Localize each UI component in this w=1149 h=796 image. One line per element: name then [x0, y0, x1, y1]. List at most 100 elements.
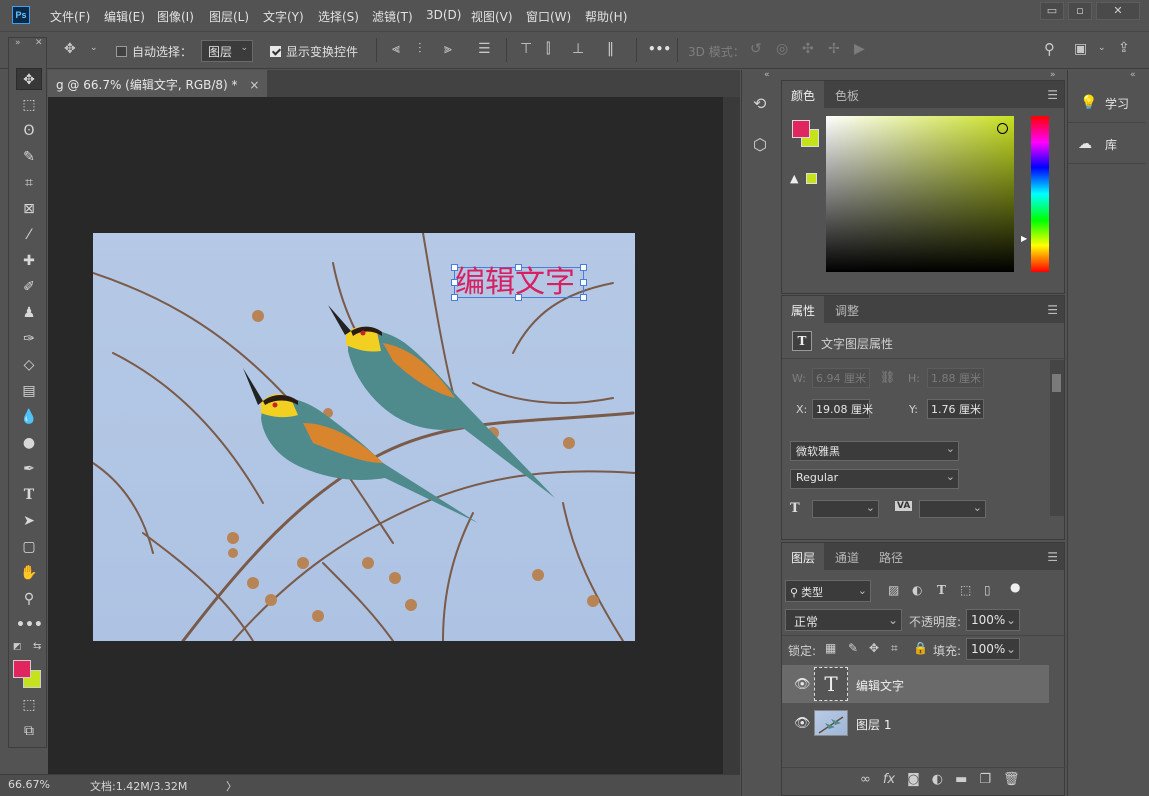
visibility-eye-icon[interactable]: 👁	[794, 716, 811, 731]
gradient-tool-icon[interactable]: ▤	[16, 380, 42, 402]
screen-mode-icon[interactable]: ⧉	[16, 720, 42, 742]
tab-layers[interactable]: 图层	[782, 543, 825, 570]
hue-slider[interactable]	[1031, 116, 1049, 272]
menu-3d[interactable]: 3D(D)	[426, 8, 461, 22]
document-tab[interactable]: g @ 66.7% (编辑文字, RGB/8) * ×	[48, 70, 268, 97]
adjustment-layer-icon[interactable]: ◐	[932, 772, 943, 787]
crop-tool-icon[interactable]: ⌗	[16, 172, 42, 194]
hand-tool-icon[interactable]: ✋	[16, 562, 42, 584]
filter-pixel-icon[interactable]: ▨	[888, 583, 899, 597]
menu-file[interactable]: 文件(F)	[50, 8, 90, 25]
transform-handle[interactable]	[580, 279, 587, 286]
tab-swatches[interactable]: 色板	[826, 81, 868, 108]
workspace-icon[interactable]: ▣	[1074, 41, 1087, 57]
foreground-color-swatch[interactable]	[792, 120, 810, 138]
3d-pan-icon[interactable]: ✣	[802, 41, 814, 57]
3d-orbit-icon[interactable]: ↺	[750, 41, 762, 57]
delete-layer-icon[interactable]: 🗑	[1003, 772, 1020, 787]
layer-filter-dropdown[interactable]: ⚲ 类型 ⌄	[785, 580, 871, 602]
3d-roll-icon[interactable]: ◎	[776, 41, 788, 57]
status-menu-arrow[interactable]: 〉	[226, 778, 237, 794]
learn-panel-button[interactable]: 💡 学习	[1068, 83, 1146, 123]
transform-handle[interactable]	[580, 264, 587, 271]
align-right-icon[interactable]: ⫸	[444, 41, 452, 57]
align-bottom-icon[interactable]: ⊥	[572, 41, 584, 57]
default-colors-icon[interactable]: ◩	[13, 642, 22, 652]
font-size-field[interactable]: ⌄	[812, 500, 879, 518]
color-field[interactable]	[826, 116, 1014, 272]
link-icon[interactable]: ⛓	[880, 370, 895, 384]
layer-name[interactable]: 编辑文字	[856, 677, 904, 694]
auto-select-target-dropdown[interactable]: 图层 ⌄	[201, 40, 253, 62]
transform-handle[interactable]	[451, 279, 458, 286]
lock-artboard-icon[interactable]: ⌗	[891, 641, 898, 656]
history-brush-tool-icon[interactable]: ✑	[16, 328, 42, 350]
align-top-icon[interactable]: ⊤	[520, 41, 532, 57]
filter-smart-object-icon[interactable]: ▯	[984, 583, 991, 597]
blur-tool-icon[interactable]: 💧	[16, 406, 42, 428]
y-field[interactable]: 1.76 厘米	[927, 399, 984, 419]
layer-row-image[interactable]: 👁 图层 1	[782, 704, 1049, 742]
eyedropper-tool-icon[interactable]: ⁄	[16, 224, 42, 246]
collapse-panel-icon[interactable]: »	[1050, 70, 1056, 80]
transform-handle[interactable]	[451, 264, 458, 271]
brush-tool-icon[interactable]: ✐	[16, 276, 42, 298]
filter-shape-icon[interactable]: ⬚	[960, 583, 971, 597]
filter-adjustment-icon[interactable]: ◐	[912, 583, 922, 597]
stamp-tool-icon[interactable]: ♟	[16, 302, 42, 324]
marquee-tool-icon[interactable]: ⬚	[16, 94, 42, 116]
swap-colors-icon[interactable]: ⇆	[33, 641, 41, 652]
pen-tool-icon[interactable]: ✒	[16, 458, 42, 480]
x-field[interactable]: 19.08 厘米	[812, 399, 873, 419]
eraser-tool-icon[interactable]: ◇	[16, 354, 42, 376]
close-tab-icon[interactable]: ×	[249, 78, 259, 92]
auto-select-checkbox[interactable]: 自动选择：	[116, 43, 192, 60]
tab-color[interactable]: 颜色	[782, 81, 825, 108]
tab-adjustments[interactable]: 调整	[826, 296, 868, 323]
align-vcenter-icon[interactable]: ⫿	[546, 41, 550, 57]
menu-window[interactable]: 窗口(W)	[526, 8, 571, 25]
menu-image[interactable]: 图像(I)	[157, 8, 194, 25]
share-icon[interactable]: ⇪	[1118, 40, 1130, 56]
foreground-color-swatch[interactable]	[13, 660, 31, 678]
fx-icon[interactable]: fx	[883, 772, 895, 787]
move-tool-icon[interactable]: ✥	[16, 68, 42, 90]
lock-transparency-icon[interactable]: ▦	[825, 641, 836, 655]
chevron-down-icon[interactable]: ⌄	[1098, 43, 1106, 53]
panel-menu-icon[interactable]: ☰	[1047, 550, 1058, 564]
menu-view[interactable]: 视图(V)	[471, 8, 513, 25]
properties-scrollbar[interactable]	[1050, 360, 1064, 516]
height-field[interactable]: 1.88 厘米	[927, 368, 984, 388]
transform-handle[interactable]	[580, 294, 587, 301]
filter-toggle-icon[interactable]: ●	[1010, 580, 1020, 594]
history-panel-icon[interactable]: ⟲	[753, 94, 766, 113]
tracking-field[interactable]: ⌄	[919, 500, 986, 518]
tab-paths[interactable]: 路径	[870, 543, 912, 570]
new-group-icon[interactable]: ▬	[955, 772, 967, 787]
move-tool-preset-icon[interactable]: ✥	[64, 41, 76, 57]
align-left-icon[interactable]: ⫷	[392, 41, 400, 57]
quick-mask-icon[interactable]: ⬚	[16, 694, 42, 716]
3d-camera-icon[interactable]: ▶	[854, 41, 865, 57]
filter-type-icon[interactable]: T	[937, 583, 946, 597]
layer-name[interactable]: 图层 1	[856, 716, 891, 733]
collapse-dock-icon[interactable]: «	[764, 70, 770, 80]
panel-menu-icon[interactable]: ☰	[1047, 88, 1058, 102]
quick-select-tool-icon[interactable]: ✎	[16, 146, 42, 168]
add-mask-icon[interactable]: ◙	[907, 772, 920, 787]
menu-help[interactable]: 帮助(H)	[585, 8, 627, 25]
panel-menu-icon[interactable]: ☰	[1047, 303, 1058, 317]
font-family-dropdown[interactable]: 微软雅黑 ⌄	[790, 441, 959, 461]
new-layer-icon[interactable]: ❐	[979, 772, 991, 787]
more-tools-icon[interactable]: •••	[16, 614, 43, 636]
lock-position-icon[interactable]: ✥	[869, 641, 879, 655]
3d-cube-icon[interactable]: ⬡	[753, 135, 767, 154]
menu-edit[interactable]: 编辑(E)	[104, 8, 145, 25]
libraries-panel-button[interactable]: ☁ 库	[1068, 124, 1146, 164]
type-tool-icon[interactable]: T	[16, 484, 42, 506]
maximize-button[interactable]: ▫	[1068, 2, 1092, 20]
dodge-tool-icon[interactable]: ●	[16, 432, 42, 454]
more-options-button[interactable]: •••	[648, 42, 671, 56]
frame-tool-icon[interactable]: ⊠	[16, 198, 42, 220]
lock-all-icon[interactable]: 🔒	[913, 641, 928, 655]
